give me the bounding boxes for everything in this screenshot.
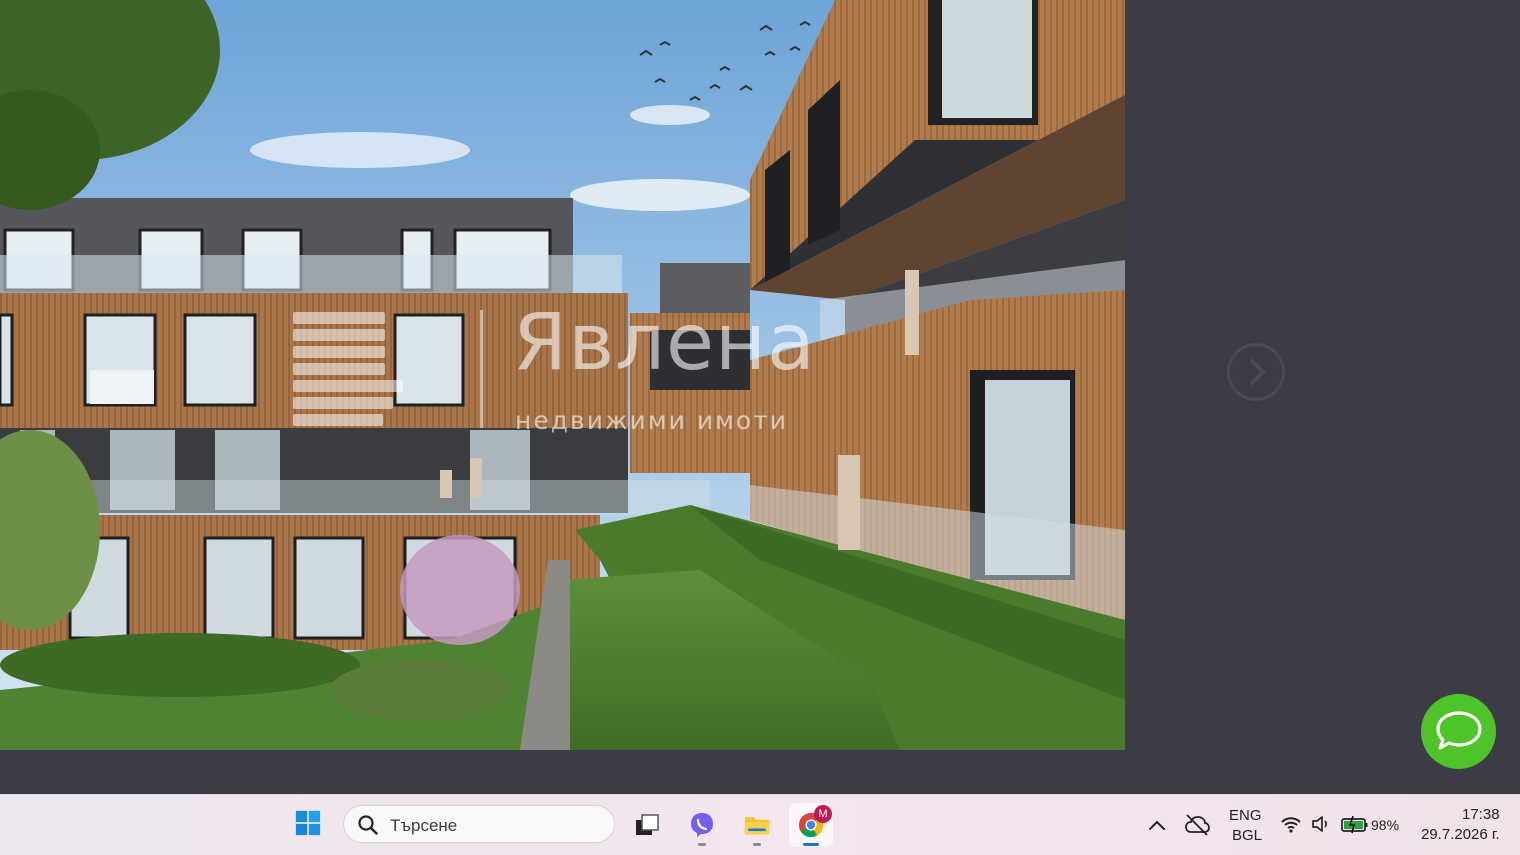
taskbar-search-box[interactable]: Търсене xyxy=(343,805,615,843)
running-indicator xyxy=(698,843,706,846)
chevron-right-icon xyxy=(1250,359,1266,385)
chrome-profile-badge: M xyxy=(814,805,832,823)
battery-charging-icon xyxy=(1341,815,1368,834)
clock-time[interactable]: 17:38 xyxy=(1462,806,1500,823)
chat-bubble-icon xyxy=(1436,711,1482,750)
next-image-button[interactable] xyxy=(1227,343,1285,401)
cloud-offline-icon xyxy=(1185,814,1210,836)
task-view-button[interactable] xyxy=(625,803,669,847)
task-view-icon xyxy=(636,814,659,835)
clock-date[interactable]: 29.7.2026 г. xyxy=(1421,826,1500,843)
building-render-image xyxy=(0,0,1125,750)
windows-start-icon xyxy=(295,810,321,836)
language-indicator-bottom[interactable]: BGL xyxy=(1232,827,1262,844)
battery-button[interactable] xyxy=(1341,814,1369,834)
active-indicator xyxy=(803,843,819,846)
language-indicator-top[interactable]: ENG xyxy=(1229,807,1262,824)
file-explorer-button[interactable] xyxy=(735,803,779,847)
volume-button[interactable] xyxy=(1310,813,1332,835)
running-indicator xyxy=(753,843,761,846)
onedrive-status-button[interactable] xyxy=(1184,813,1210,837)
viber-icon xyxy=(691,813,713,837)
folder-icon xyxy=(744,817,770,835)
show-hidden-icons-button[interactable] xyxy=(1146,815,1168,835)
viber-taskbar-button[interactable] xyxy=(680,803,724,847)
speaker-icon xyxy=(1312,816,1327,832)
start-button[interactable] xyxy=(288,803,332,847)
chrome-taskbar-button[interactable]: M xyxy=(789,803,833,847)
battery-percentage: 98% xyxy=(1371,817,1400,833)
wifi-button[interactable] xyxy=(1280,813,1302,835)
wifi-icon xyxy=(1281,817,1301,833)
search-placeholder: Търсене xyxy=(390,816,458,835)
taskbar: Търсене M ENG BGL 98% 17:38 29.7.2026 г. xyxy=(0,794,1520,855)
chat-button[interactable] xyxy=(1421,694,1496,769)
chevron-up-icon xyxy=(1149,820,1165,830)
image-viewer: Явлена недвижими имоти xyxy=(0,0,1520,794)
property-photo[interactable]: Явлена недвижими имоти xyxy=(0,0,1125,750)
search-icon xyxy=(358,815,378,835)
